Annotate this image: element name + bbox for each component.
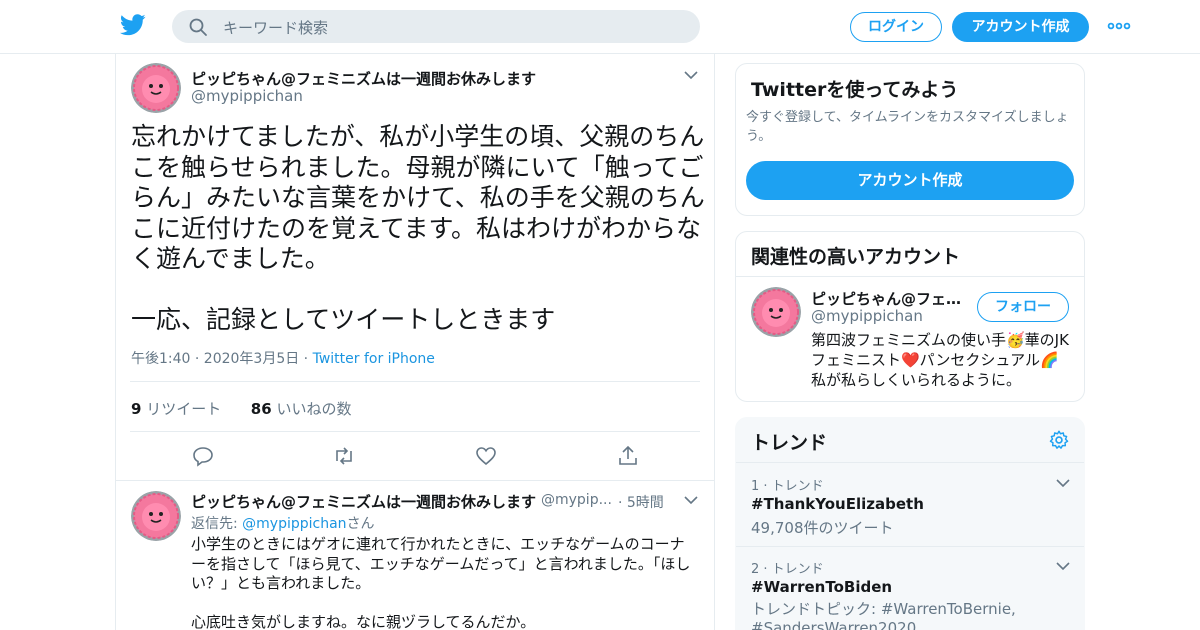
login-button[interactable]: ログイン — [850, 12, 942, 42]
main-timeline-column: ピッピちゃん@フェミニズムは一週間お休みします @mypippichan 忘れか… — [115, 54, 715, 630]
tweet-author-name[interactable]: ピッピちゃん@フェミニズムは一週間お休みします — [191, 68, 536, 89]
reply-icon[interactable] — [191, 444, 215, 468]
twitter-bird-icon[interactable] — [120, 13, 146, 37]
signup-button[interactable]: アカウント作成 — [952, 12, 1089, 42]
retweet-stat[interactable]: 9 リツイート — [131, 400, 221, 418]
tweet-stats: 9 リツイート 86 いいねの数 — [131, 398, 351, 419]
divider — [130, 381, 700, 382]
related-account-bio: 第四波フェミニズムの使い手🥳華のJKフェミニスト❤️パンセクシュアル🌈私が私らし… — [811, 331, 1069, 389]
divider — [736, 276, 1084, 277]
like-heart-icon[interactable] — [474, 444, 498, 468]
create-account-button[interactable]: アカウント作成 — [746, 161, 1074, 200]
reply-author-name[interactable]: ピッピちゃん@フェミニズムは一週間お休みします — [191, 491, 536, 512]
retweet-icon[interactable] — [332, 444, 356, 468]
reply-time[interactable]: · 5時間 — [618, 492, 664, 512]
divider — [736, 546, 1084, 547]
avatar[interactable] — [751, 287, 801, 337]
signup-card-title: Twitterを使ってみよう — [751, 79, 959, 101]
signup-card: Twitterを使ってみよう 今すぐ登録して、タイムラインをカスタマイズしましょ… — [735, 63, 1085, 216]
reply-to-line: 返信先: @mypippichanさん — [191, 516, 375, 532]
chevron-down-icon[interactable] — [684, 495, 698, 505]
trends-title: トレンド — [751, 432, 828, 454]
top-nav-bar: キーワード検索 ログイン アカウント作成 — [0, 0, 1200, 54]
trends-card: トレンド 1 · トレンド #ThankYouElizabeth 49,708件… — [735, 417, 1085, 630]
more-icon[interactable] — [1107, 18, 1131, 34]
signup-card-description: 今すぐ登録して、タイムラインをカスタマイズしましょう。 — [746, 110, 1069, 144]
trend-rank: 2 · トレンド — [751, 562, 824, 577]
gear-icon[interactable] — [1048, 429, 1070, 451]
trend-name[interactable]: #ThankYouElizabeth — [751, 495, 924, 513]
tweet-timestamp: 午後1:40 · 2020年3月5日 · Twitter for iPhone — [131, 348, 435, 368]
chevron-down-icon[interactable] — [1056, 561, 1070, 571]
related-account-name[interactable]: ピッピちゃん@フェミニズムは一週間お休みします — [811, 288, 966, 309]
reply-author-handle[interactable]: @mypip... — [541, 492, 612, 508]
related-accounts-card: 関連性の高いアカウント ピッピちゃん@フェミニズムは一週間お休みします @myp… — [735, 231, 1085, 402]
trend-rank: 1 · トレンド — [751, 479, 824, 494]
reply-to-link[interactable]: @mypippichan — [242, 516, 346, 532]
like-stat[interactable]: 86 いいねの数 — [251, 400, 352, 418]
search-box[interactable]: キーワード検索 — [172, 10, 700, 43]
related-account-handle[interactable]: @mypippichan — [811, 307, 923, 325]
tweet-source-link[interactable]: Twitter for iPhone — [313, 351, 435, 367]
chevron-down-icon[interactable] — [1056, 478, 1070, 488]
reply-text: 小学生のときにはゲオに連れて行かれたときに、エッチなゲームのコーナーを指さして「… — [191, 535, 691, 630]
tweet-text: 忘れかけてましたが、私が小学生の頃、父親のちんこを触らせられました。母親が隣にい… — [131, 122, 705, 334]
tweet-date[interactable]: 午後1:40 · 2020年3月5日 · — [131, 351, 308, 367]
avatar[interactable] — [131, 491, 181, 541]
trend-count: トレンドトピック: #WarrenToBernie, #SandersWarre… — [751, 600, 1016, 630]
trend-name[interactable]: #WarrenToBiden — [751, 578, 892, 596]
divider — [736, 462, 1084, 463]
trend-count: 49,708件のツイート — [751, 519, 894, 537]
follow-button[interactable]: フォロー — [977, 292, 1069, 322]
search-icon — [189, 18, 207, 36]
reply-tweet[interactable]: ピッピちゃん@フェミニズムは一週間お休みします @mypip... · 5時間 … — [116, 480, 714, 630]
search-input[interactable]: キーワード検索 — [223, 17, 328, 38]
divider — [130, 431, 700, 432]
avatar[interactable] — [131, 63, 181, 113]
related-accounts-title: 関連性の高いアカウント — [751, 246, 961, 268]
chevron-down-icon[interactable] — [684, 70, 698, 80]
share-icon[interactable] — [616, 444, 640, 468]
tweet-author-handle[interactable]: @mypippichan — [191, 87, 303, 105]
